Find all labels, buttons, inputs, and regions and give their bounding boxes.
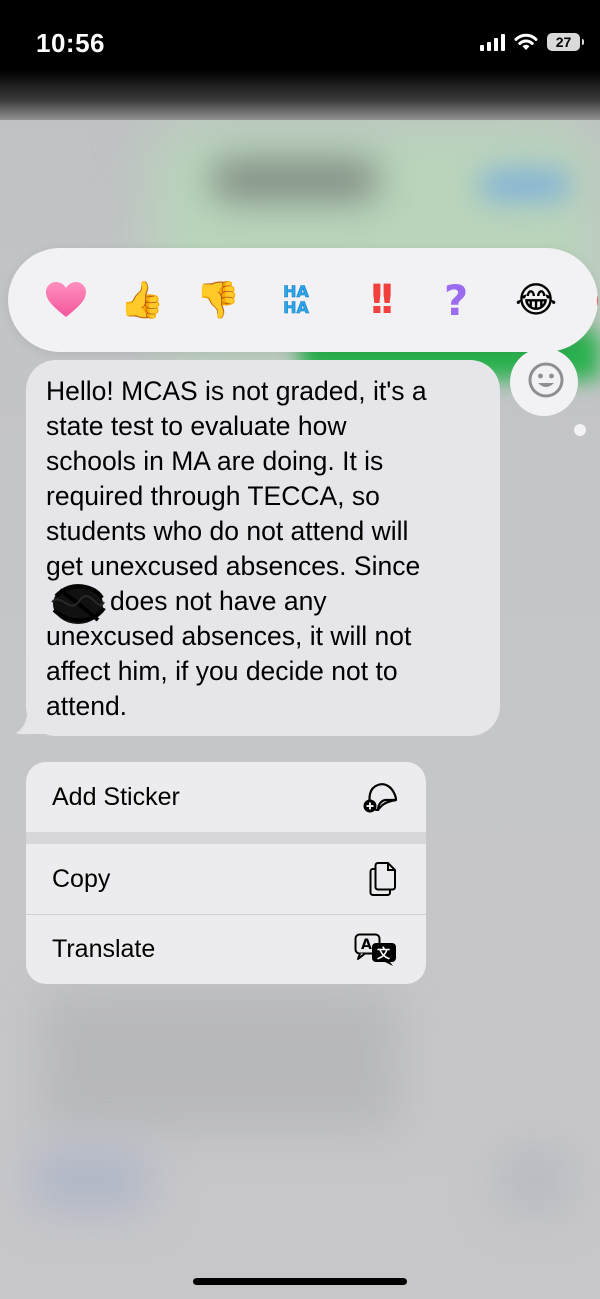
blurred-message [40,990,400,1130]
more-reactions-partial[interactable]: ( [574,274,598,326]
message-line: state test to evaluate how [46,411,347,441]
status-bar: 10:56 27 [0,0,600,86]
blurred-header-button [480,170,570,200]
message-line: attend. [46,691,128,721]
blurred-contact-name [210,160,380,200]
message-text: Hello! MCAS is not graded, it's a state … [46,374,486,724]
thumbs-up-reaction-button[interactable]: 👍 [116,274,168,326]
thumbs-down-reaction-button[interactable]: 👎 [192,274,244,326]
message-line: required through TECCA, so [46,481,380,511]
haha-reaction-button[interactable]: HA HA [270,274,322,326]
status-time: 10:56 [36,28,105,58]
translate-menu-item[interactable]: Translate A 文 [26,915,426,984]
home-indicator[interactable] [193,1278,407,1285]
redaction-scribble [51,584,106,624]
wifi-icon [514,33,538,50]
svg-text:A: A [361,937,372,953]
add-sticker-label: Add Sticker [52,782,180,811]
laugh-cry-emoji-icon: 😂 [514,279,558,320]
context-menu: Add Sticker Copy Translate A 文 [26,762,426,984]
add-sticker-menu-item[interactable]: Add Sticker [26,762,426,832]
copy-menu-item[interactable]: Copy [26,844,426,914]
translate-icon: A 文 [354,933,396,966]
heart-icon [46,282,86,317]
sticker-add-icon [363,783,398,813]
copy-label: Copy [52,864,111,893]
message-line: schools in MA are doing. It is [46,446,384,476]
question-reaction-button[interactable]: ? [430,274,482,326]
message-line: does not have any [110,586,327,616]
haha-icon: HA HA [283,282,309,317]
blurred-input-left [30,1150,150,1210]
message-bubble[interactable]: Hello! MCAS is not graded, it's a state … [26,360,500,736]
message-line: unexcused absences, it will not [46,621,412,651]
thumbs-down-icon: 👎 [195,279,241,320]
svg-text:文: 文 [377,946,391,962]
translate-label: Translate [52,935,156,963]
cellular-signal-icon [480,33,505,51]
bubble-tail-dot [574,424,586,436]
battery-icon: 27 [547,33,584,51]
emphasize-reaction-button[interactable]: !! [352,274,404,326]
status-icons: 27 [480,32,584,52]
menu-section-separator [26,832,426,844]
tapback-reaction-bar: 👍 👎 HAHA !! ? 😂 ( [8,248,598,352]
question-mark-icon: ? [443,275,469,325]
message-line: get unexcused absences. Since [46,551,421,581]
thumbs-up-icon: 👍 [119,279,165,320]
exclamation-icon: !! [367,277,397,323]
message-line: affect him, if you decide not to [46,656,398,686]
blurred-input-right [500,1150,570,1210]
smiley-icon[interactable] [526,360,566,400]
message-line: students who do not attend will [46,516,409,546]
message-line: Hello! MCAS is not graded, it's a [46,376,427,406]
heart-reaction-button[interactable] [40,274,92,326]
copy-icon [369,862,396,896]
laugh-cry-reaction-button[interactable]: 😂 [510,274,562,326]
partial-emoji-icon: ( [595,283,598,317]
